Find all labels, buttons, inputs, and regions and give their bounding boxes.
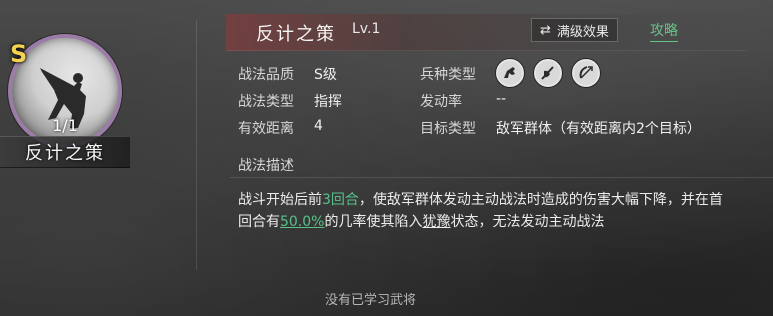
horse-icon xyxy=(496,59,524,87)
description-divider xyxy=(230,177,773,178)
max-effect-label: 满级效果 xyxy=(556,24,609,40)
desc-text: 的几率使其陷入 xyxy=(324,214,423,230)
swap-icon: ⇄ xyxy=(540,22,551,38)
tactic-card[interactable]: S 1/1 反计之策 xyxy=(0,28,140,168)
range-label: 有效距离 xyxy=(238,121,294,137)
target-type-value: 敌军群体（有效距离内2个目标） xyxy=(496,121,701,137)
no-learned-generals-note: 没有已学习武将 xyxy=(325,293,417,308)
grade-badge: S xyxy=(10,40,28,68)
shield-spear-icon xyxy=(534,59,562,87)
description-title: 战法描述 xyxy=(238,158,294,174)
activation-rate-value: -- xyxy=(496,91,507,107)
range-value: 4 xyxy=(314,118,323,134)
target-type-label: 目标类型 xyxy=(420,121,476,137)
tactic-level: Lv.1 xyxy=(352,21,381,37)
description-line-1: 战斗开始后前3回合，使敌军群体发动主动战法时造成的伤害大幅下降，并在首 xyxy=(238,189,723,209)
activation-rate-label: 发动率 xyxy=(420,94,462,110)
troop-type-label: 兵种类型 xyxy=(420,67,476,83)
vertical-divider xyxy=(196,20,197,270)
desc-text: 回合有 xyxy=(238,214,280,230)
description-line-2: 回合有50.0%的几率使其陷入犹豫状态，无法发动主动战法 xyxy=(238,211,604,231)
desc-status-hesitation[interactable]: 犹豫 xyxy=(422,214,450,230)
quality-label: 战法品质 xyxy=(238,67,294,83)
max-effect-button[interactable]: ⇄ 满级效果 xyxy=(531,18,618,42)
tactic-name-badge: 反计之策 xyxy=(0,136,130,168)
desc-text: ，使敌军群体发动主动战法时造成的伤害大幅下降，并在首 xyxy=(358,192,723,208)
desc-highlight-rate: 50.0% xyxy=(280,214,325,230)
strategy-link[interactable]: 攻略 xyxy=(650,20,678,42)
desc-text: 状态，无法发动主动战法 xyxy=(450,214,605,230)
tactic-title: 反计之策 xyxy=(256,24,336,45)
desc-highlight-rounds: 3回合 xyxy=(322,192,359,208)
desc-text: 战斗开始后前 xyxy=(238,192,322,208)
type-value: 指挥 xyxy=(314,94,342,110)
type-label: 战法类型 xyxy=(238,94,294,110)
troop-icons xyxy=(496,59,600,87)
bow-icon xyxy=(572,59,600,87)
quality-value: S级 xyxy=(314,67,337,83)
tactic-count: 1/1 xyxy=(52,116,78,135)
